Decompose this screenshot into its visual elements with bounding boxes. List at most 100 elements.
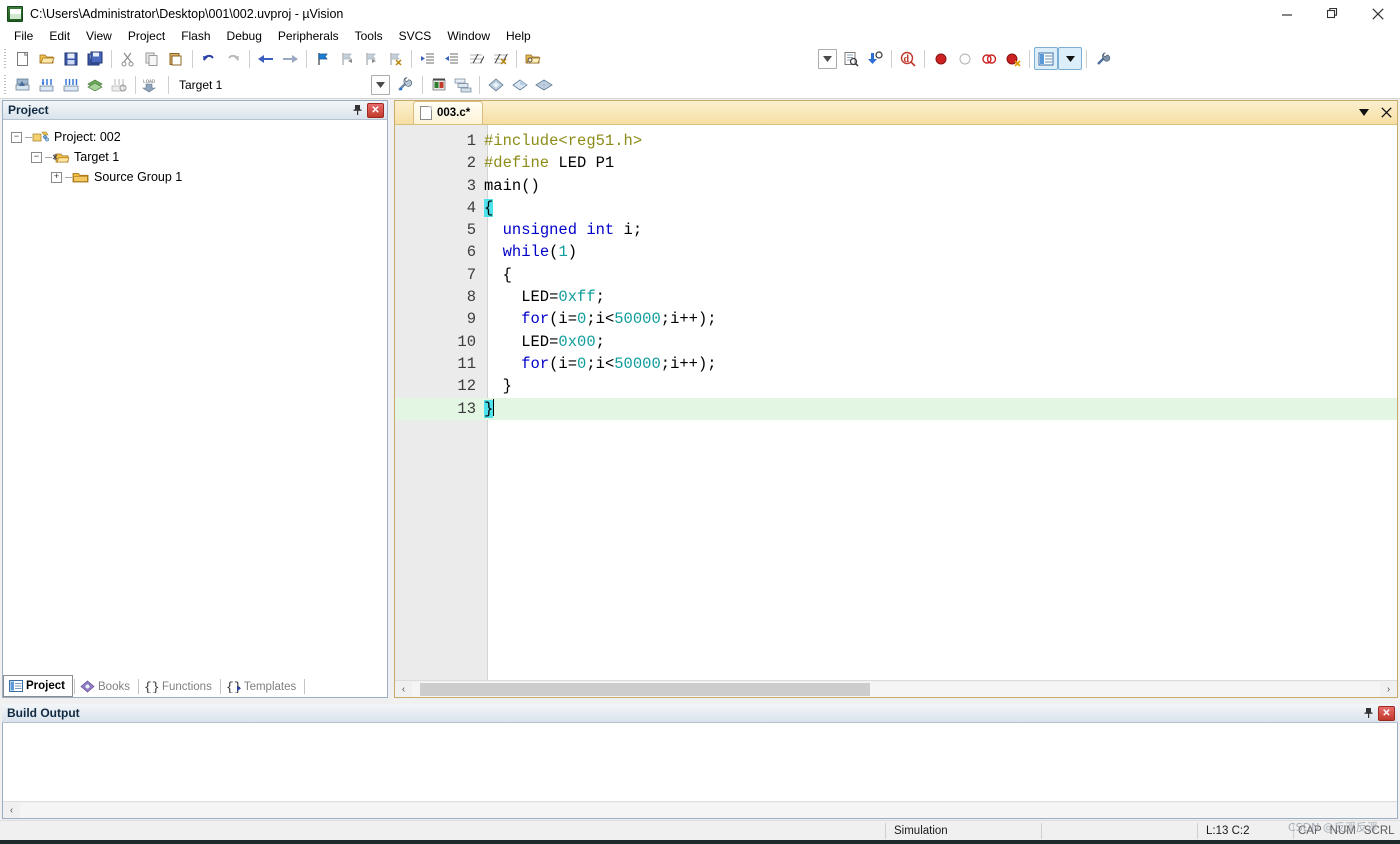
code-line[interactable]: 5 unsigned int i;: [395, 219, 1397, 241]
code-line[interactable]: 9 for(i=0;i<50000;i++);: [395, 308, 1397, 330]
code-text[interactable]: }: [482, 375, 512, 397]
find-combo-arrow[interactable]: [817, 48, 837, 69]
code-text[interactable]: #include<reg51.h>: [482, 130, 642, 152]
stop-build-icon[interactable]: [107, 74, 131, 97]
tree-node-source-group[interactable]: + Source Group 1: [11, 167, 387, 187]
code-text[interactable]: for(i=0;i<50000;i++);: [482, 308, 716, 330]
disable-breakpoint-icon[interactable]: [977, 47, 1001, 70]
code-line[interactable]: 12 }: [395, 375, 1397, 397]
new-file-icon[interactable]: [11, 47, 35, 70]
scroll-thumb[interactable]: [420, 682, 870, 696]
code-editor[interactable]: 1 #include<reg51.h> 2 #define LED P1 3 main()…: [395, 125, 1397, 680]
code-line[interactable]: 1 #include<reg51.h>: [395, 130, 1397, 152]
code-text[interactable]: for(i=0;i<50000;i++);: [482, 353, 716, 375]
build-output-pin-icon[interactable]: [1360, 706, 1376, 721]
combo-dropdown-icon[interactable]: [815, 47, 839, 70]
expander-source-group[interactable]: +: [51, 171, 62, 183]
save-icon[interactable]: [59, 47, 83, 70]
code-line[interactable]: 7 {: [395, 264, 1397, 286]
code-line[interactable]: 13}: [395, 397, 1397, 420]
expander-target[interactable]: −: [31, 151, 42, 163]
scroll-right-arrow[interactable]: ›: [1380, 681, 1397, 697]
code-text[interactable]: {: [482, 264, 512, 286]
save-all-icon[interactable]: [83, 47, 107, 70]
paste-icon[interactable]: [164, 47, 188, 70]
debug-session-icon[interactable]: d: [896, 47, 920, 70]
project-panel-close-button[interactable]: ✕: [367, 102, 384, 118]
templates-icon[interactable]: [532, 74, 556, 97]
menu-file[interactable]: File: [6, 28, 41, 45]
build-toolbar-grip[interactable]: [2, 75, 9, 95]
code-text[interactable]: }: [482, 398, 495, 420]
minimize-button[interactable]: [1265, 0, 1310, 28]
tab-books[interactable]: Books: [76, 676, 137, 697]
code-line[interactable]: 3 main(): [395, 175, 1397, 197]
download-icon[interactable]: LOAD: [140, 74, 164, 97]
translate-icon[interactable]: [11, 74, 35, 97]
editor-tab-list-dropdown-icon[interactable]: [1357, 104, 1371, 120]
incremental-find-icon[interactable]: [863, 47, 887, 70]
code-text[interactable]: main(): [482, 175, 540, 197]
configuration-wizard-icon[interactable]: [1091, 47, 1115, 70]
navigate-forward-icon[interactable]: [278, 47, 302, 70]
restore-button[interactable]: [1310, 0, 1355, 28]
uncomment-icon[interactable]: //: [488, 47, 512, 70]
build-output-close-button[interactable]: ✕: [1378, 705, 1395, 721]
layout-dropdown-icon[interactable]: [1058, 47, 1082, 70]
batch-build-icon[interactable]: [83, 74, 107, 97]
build-output-text[interactable]: [3, 723, 1397, 801]
undo-icon[interactable]: [197, 47, 221, 70]
build-icon[interactable]: [35, 74, 59, 97]
cut-icon[interactable]: [116, 47, 140, 70]
menu-help[interactable]: Help: [498, 28, 539, 45]
kill-breakpoint-icon[interactable]: [953, 47, 977, 70]
bookmark-prev-icon[interactable]: [335, 47, 359, 70]
books-icon[interactable]: [484, 74, 508, 97]
close-button[interactable]: [1355, 0, 1400, 28]
target-selector[interactable]: Target 1: [173, 75, 283, 96]
functions-icon[interactable]: [508, 74, 532, 97]
menu-edit[interactable]: Edit: [41, 28, 78, 45]
open-folder-icon[interactable]: [521, 47, 545, 70]
menu-window[interactable]: Window: [439, 28, 498, 45]
bookmark-clear-icon[interactable]: [383, 47, 407, 70]
editor-close-icon[interactable]: [1379, 104, 1393, 120]
bookmark-toggle-icon[interactable]: [311, 47, 335, 70]
target-dropdown-icon[interactable]: [371, 75, 390, 95]
project-tree[interactable]: − Project: 002 − Target 1 + Source Group…: [3, 120, 387, 697]
code-line[interactable]: 2 #define LED P1: [395, 152, 1397, 174]
tree-node-target[interactable]: − Target 1: [11, 147, 387, 167]
copy-icon[interactable]: [140, 47, 164, 70]
menu-project[interactable]: Project: [120, 28, 173, 45]
tab-functions[interactable]: {} Functions: [140, 676, 219, 697]
indent-icon[interactable]: [416, 47, 440, 70]
tab-templates[interactable]: {} Templates: [222, 676, 303, 697]
menu-flash[interactable]: Flash: [173, 28, 218, 45]
code-text[interactable]: unsigned int i;: [482, 219, 643, 241]
editor-horizontal-scrollbar[interactable]: ‹ ›: [395, 680, 1397, 697]
build-scroll-track[interactable]: [20, 802, 1397, 818]
build-scroll-left-arrow[interactable]: ‹: [3, 802, 20, 818]
window-layout-icon[interactable]: [1034, 47, 1058, 70]
code-text[interactable]: LED=0x00;: [482, 331, 605, 353]
scroll-left-arrow[interactable]: ‹: [395, 681, 412, 697]
tab-project[interactable]: Project: [3, 675, 73, 697]
code-text[interactable]: while(1): [482, 241, 577, 263]
code-line[interactable]: 4{: [395, 197, 1397, 219]
rebuild-icon[interactable]: [59, 74, 83, 97]
options-for-target-icon[interactable]: [394, 74, 418, 97]
find-in-files-icon[interactable]: [839, 47, 863, 70]
code-line[interactable]: 10 LED=0x00;: [395, 331, 1397, 353]
bookmark-next-icon[interactable]: [359, 47, 383, 70]
code-line[interactable]: 6 while(1): [395, 241, 1397, 263]
menu-svcs[interactable]: SVCS: [391, 28, 440, 45]
code-line[interactable]: 11 for(i=0;i<50000;i++);: [395, 353, 1397, 375]
navigate-back-icon[interactable]: [254, 47, 278, 70]
expander-project[interactable]: −: [11, 131, 22, 143]
menu-peripherals[interactable]: Peripherals: [270, 28, 347, 45]
kill-all-breakpoints-icon[interactable]: [1001, 47, 1025, 70]
redo-icon[interactable]: [221, 47, 245, 70]
menu-tools[interactable]: Tools: [347, 28, 391, 45]
outdent-icon[interactable]: [440, 47, 464, 70]
code-text[interactable]: LED=0xff;: [482, 286, 605, 308]
